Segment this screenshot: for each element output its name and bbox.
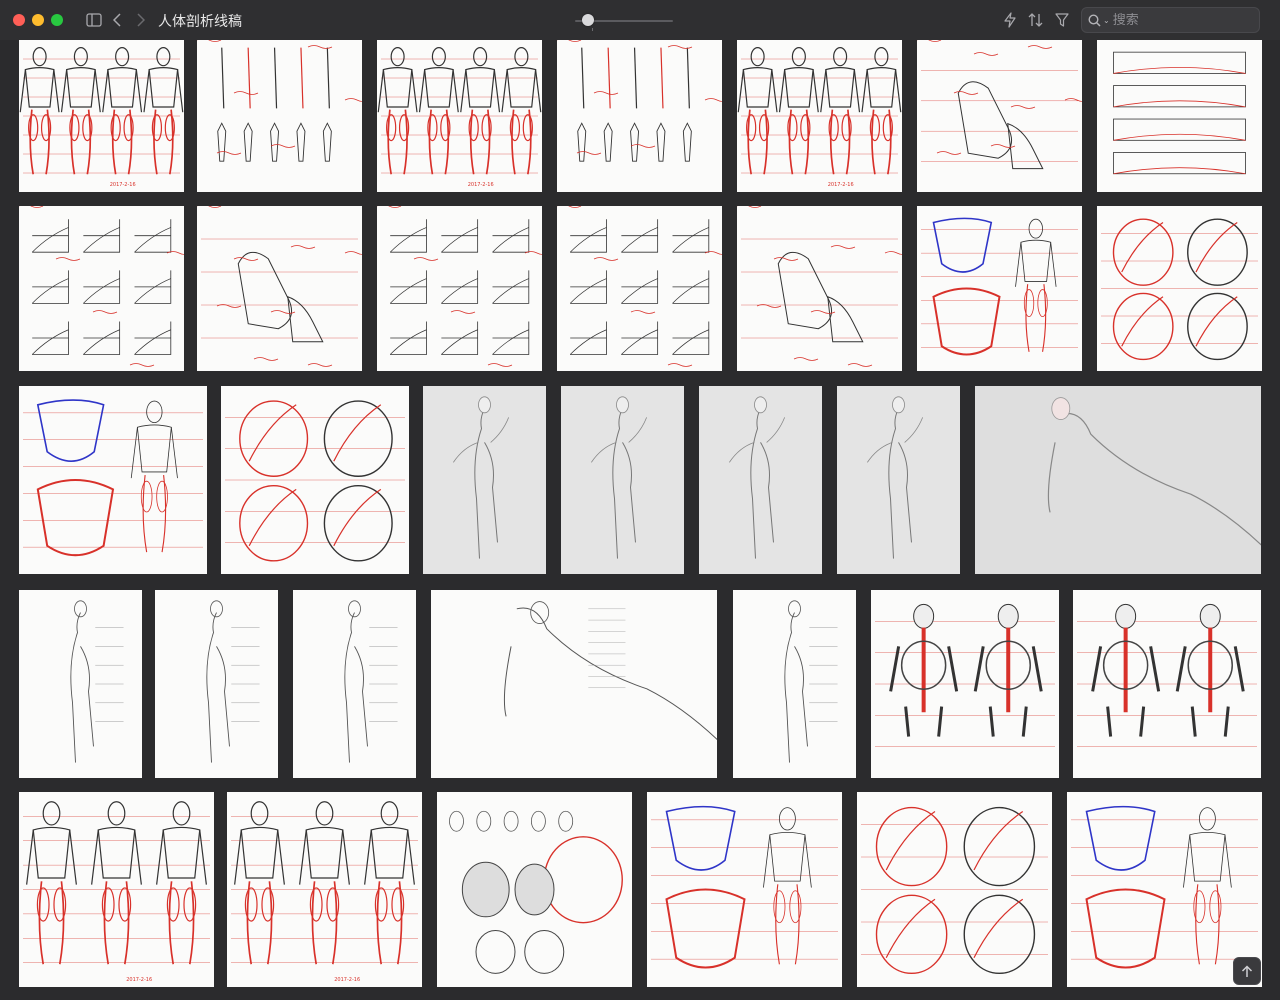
sketch-image	[1047, 397, 1261, 546]
sketch-image: 2017-2-16	[737, 46, 902, 188]
sketch-image	[651, 805, 838, 969]
image-thumbnail[interactable]	[917, 40, 1082, 192]
sketch-image	[1101, 218, 1258, 361]
sketch-image	[917, 40, 1082, 170]
sketch-image: 2017-2-16	[23, 801, 210, 983]
sketch-image	[503, 601, 717, 741]
image-thumbnail[interactable]	[837, 386, 960, 574]
image-thumbnail[interactable]: 2017-2-16	[19, 40, 184, 192]
svg-text:2017-2-16: 2017-2-16	[334, 977, 360, 983]
image-thumbnail[interactable]	[293, 590, 416, 778]
sketch-image	[453, 396, 510, 559]
image-thumbnail[interactable]: 2017-2-16	[227, 792, 422, 987]
image-thumbnail[interactable]	[423, 386, 546, 574]
search-options-caret-icon[interactable]: ⌄	[1103, 16, 1110, 25]
app-window: 2017-2-16 2017-2-16 2017-2-16 2017-2-16	[0, 0, 1280, 1000]
search-field[interactable]: ⌄	[1081, 7, 1260, 33]
image-thumbnail[interactable]	[19, 590, 142, 778]
bolt-icon[interactable]	[1001, 10, 1019, 30]
sketch-image	[784, 600, 838, 763]
sketch-image	[729, 396, 786, 559]
sketch-image	[377, 206, 542, 367]
sketch-image: 2017-2-16	[377, 46, 542, 188]
filter-icon[interactable]	[1053, 10, 1071, 30]
image-thumbnail[interactable]	[857, 792, 1052, 987]
image-thumbnail[interactable]	[1073, 590, 1261, 778]
image-thumbnail[interactable]	[431, 590, 717, 778]
zoom-window-button[interactable]	[51, 14, 63, 26]
image-thumbnail[interactable]	[561, 386, 684, 574]
sketch-image	[591, 396, 648, 559]
image-thumbnail[interactable]	[871, 590, 1059, 778]
sketch-image	[1077, 603, 1257, 747]
sketch-image: 2017-2-16	[231, 801, 418, 983]
image-thumbnail[interactable]	[699, 386, 822, 574]
sketch-image	[1113, 51, 1246, 175]
chevron-left-icon[interactable]	[110, 10, 124, 30]
close-window-button[interactable]	[13, 14, 25, 26]
magnifier-icon	[1088, 13, 1102, 27]
sketch-image	[19, 206, 184, 367]
sketch-image	[557, 206, 722, 367]
sketch-image	[737, 206, 902, 367]
sketch-image	[225, 400, 405, 562]
sketch-image	[23, 399, 203, 557]
svg-text:2017-2-16: 2017-2-16	[110, 182, 136, 188]
image-thumbnail[interactable]	[19, 386, 207, 574]
search-input[interactable]	[1112, 12, 1243, 28]
image-thumbnail[interactable]: 2017-2-16	[377, 40, 542, 192]
image-thumbnail[interactable]	[1097, 40, 1262, 192]
sketch-image	[861, 806, 1048, 975]
sketch-image	[197, 40, 362, 162]
image-thumbnail[interactable]	[377, 206, 542, 371]
arrow-up-icon[interactable]	[1233, 957, 1261, 985]
image-thumbnail[interactable]	[197, 206, 362, 371]
toolbar: 人体剖析线稿 ⌄	[0, 0, 1280, 40]
sketch-image	[344, 600, 398, 763]
sketch-image	[867, 396, 924, 559]
image-thumbnail[interactable]	[557, 40, 722, 192]
image-thumbnail[interactable]	[1067, 792, 1262, 987]
image-thumbnail[interactable]	[19, 206, 184, 371]
zoom-slider-tick	[592, 28, 593, 31]
image-thumbnail[interactable]	[737, 206, 902, 371]
image-grid: 2017-2-16 2017-2-16 2017-2-16 2017-2-16	[0, 0, 1280, 1000]
image-thumbnail[interactable]: 2017-2-16	[737, 40, 902, 192]
sort-icon[interactable]	[1027, 10, 1045, 30]
image-thumbnail[interactable]	[917, 206, 1082, 371]
sketch-image	[449, 810, 623, 974]
sketch-image	[206, 600, 260, 763]
sketch-image	[70, 600, 124, 763]
image-thumbnail[interactable]	[557, 206, 722, 371]
image-thumbnail[interactable]	[437, 792, 632, 987]
svg-text:2017-2-16: 2017-2-16	[126, 977, 152, 983]
zoom-slider-knob[interactable]	[581, 14, 594, 26]
chevron-right-icon[interactable]	[134, 10, 148, 30]
svg-text:2017-2-16: 2017-2-16	[828, 182, 854, 188]
sketch-image	[197, 206, 362, 367]
image-thumbnail[interactable]	[975, 386, 1261, 574]
sketch-image	[875, 603, 1055, 747]
minimize-window-button[interactable]	[32, 14, 44, 26]
window-title: 人体剖析线稿	[158, 14, 242, 30]
sketch-image	[557, 40, 722, 162]
sidebar-toggle-icon[interactable]	[84, 10, 104, 30]
image-thumbnail[interactable]	[647, 792, 842, 987]
image-thumbnail[interactable]	[221, 386, 409, 574]
image-thumbnail[interactable]: 2017-2-16	[19, 792, 214, 987]
image-thumbnail[interactable]	[155, 590, 278, 778]
image-thumbnail[interactable]	[733, 590, 856, 778]
image-thumbnail[interactable]	[197, 40, 362, 192]
sketch-image	[1071, 805, 1258, 969]
svg-text:2017-2-16: 2017-2-16	[468, 182, 494, 188]
image-thumbnail[interactable]	[1097, 206, 1262, 371]
sketch-image	[921, 217, 1078, 356]
sketch-image: 2017-2-16	[19, 46, 184, 188]
